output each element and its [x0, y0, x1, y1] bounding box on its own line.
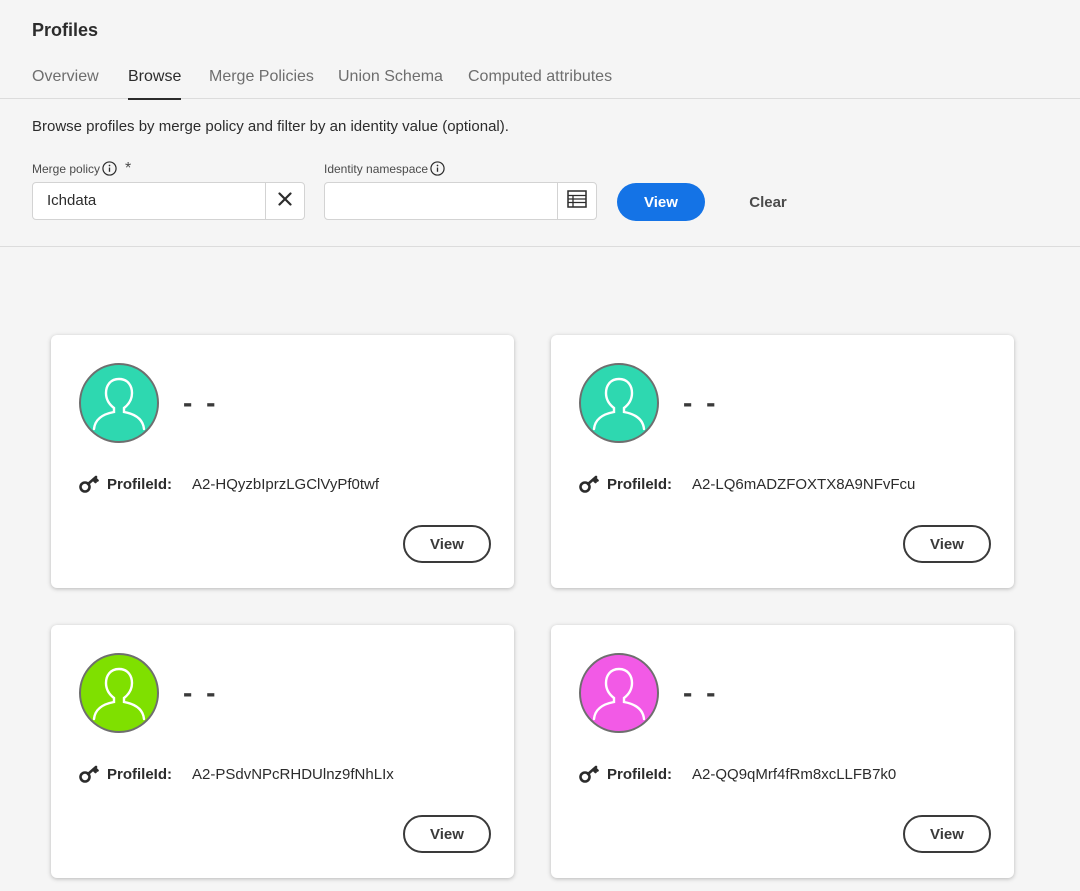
avatar: [579, 653, 659, 733]
profile-name: - -: [683, 677, 719, 708]
clear-merge-policy-button[interactable]: [265, 183, 304, 219]
view-button[interactable]: View: [617, 183, 705, 221]
key-icon: [79, 475, 99, 493]
profile-id-label: ProfileId:: [607, 765, 673, 783]
tab-overview[interactable]: Overview: [32, 68, 99, 99]
view-profile-button[interactable]: View: [903, 525, 991, 563]
profile-id-value: A2-HQyzbIprzLGClVyPf0twf: [192, 475, 380, 493]
avatar: [579, 363, 659, 443]
identity-namespace-picker-button[interactable]: [557, 183, 596, 219]
tab-computed-attributes[interactable]: Computed attributes: [468, 68, 612, 99]
avatar: [79, 653, 159, 733]
tab-bar: Overview Browse Merge Policies Union Sch…: [0, 58, 1080, 100]
key-icon: [579, 475, 599, 493]
key-icon: [579, 765, 599, 783]
identity-namespace-input[interactable]: [325, 183, 557, 219]
user-icon: [592, 377, 646, 431]
page-description: Browse profiles by merge policy and filt…: [32, 118, 509, 135]
identity-namespace-label: Identity namespace: [324, 161, 445, 176]
page-title: Profiles: [32, 20, 99, 40]
profile-id-value: A2-PSdvNPcRHDUlnz9fNhLIx: [192, 765, 394, 783]
identity-namespace-field: [324, 182, 597, 220]
profile-card: - - ProfileId: A2-QQ9qMrf4fRm8xcLLFB7k0 …: [551, 625, 1014, 878]
profile-card: - - ProfileId: A2-PSdvNPcRHDUlnz9fNhLIx …: [51, 625, 514, 878]
profile-name: - -: [183, 677, 219, 708]
tab-browse[interactable]: Browse: [128, 68, 182, 100]
table-icon: [567, 189, 587, 213]
profile-id-value: A2-LQ6mADZFOXTX8A9NFvFcu: [692, 475, 916, 493]
merge-policy-label-text: Merge policy: [32, 161, 101, 176]
profile-id-row: ProfileId: A2-LQ6mADZFOXTX8A9NFvFcu: [579, 475, 915, 493]
required-asterisk: *: [125, 159, 132, 177]
profiles-page: Profiles Overview Browse Merge Policies …: [0, 0, 1080, 891]
profile-id-value: A2-QQ9qMrf4fRm8xcLLFB7k0: [692, 765, 897, 783]
profile-id-row: ProfileId: A2-QQ9qMrf4fRm8xcLLFB7k0: [579, 765, 896, 783]
tab-union-schema[interactable]: Union Schema: [338, 68, 443, 99]
profile-card: - - ProfileId: A2-LQ6mADZFOXTX8A9NFvFcu …: [551, 335, 1014, 588]
profile-id-label: ProfileId:: [107, 475, 173, 493]
profile-id-row: ProfileId: A2-PSdvNPcRHDUlnz9fNhLIx: [79, 765, 394, 783]
view-profile-button[interactable]: View: [403, 815, 491, 853]
merge-policy-label: Merge policy *: [32, 159, 132, 177]
profile-name: - -: [683, 387, 719, 418]
identity-namespace-label-text: Identity namespace: [324, 161, 429, 176]
user-icon: [592, 667, 646, 721]
merge-policy-field: [32, 182, 305, 220]
info-icon[interactable]: [430, 161, 445, 176]
profile-name: - -: [183, 387, 219, 418]
user-icon: [92, 667, 146, 721]
key-icon: [79, 765, 99, 783]
user-icon: [92, 377, 146, 431]
avatar: [79, 363, 159, 443]
clear-button[interactable]: Clear: [734, 183, 802, 221]
view-profile-button[interactable]: View: [903, 815, 991, 853]
divider: [0, 246, 1080, 247]
close-icon: [278, 191, 292, 211]
info-icon[interactable]: [102, 161, 117, 176]
profile-id-label: ProfileId:: [107, 765, 173, 783]
profile-id-row: ProfileId: A2-HQyzbIprzLGClVyPf0twf: [79, 475, 379, 493]
profile-card: - - ProfileId: A2-HQyzbIprzLGClVyPf0twf …: [51, 335, 514, 588]
tab-merge-policies[interactable]: Merge Policies: [209, 68, 314, 99]
merge-policy-input[interactable]: [33, 183, 265, 219]
profile-id-label: ProfileId:: [607, 475, 673, 493]
view-profile-button[interactable]: View: [403, 525, 491, 563]
